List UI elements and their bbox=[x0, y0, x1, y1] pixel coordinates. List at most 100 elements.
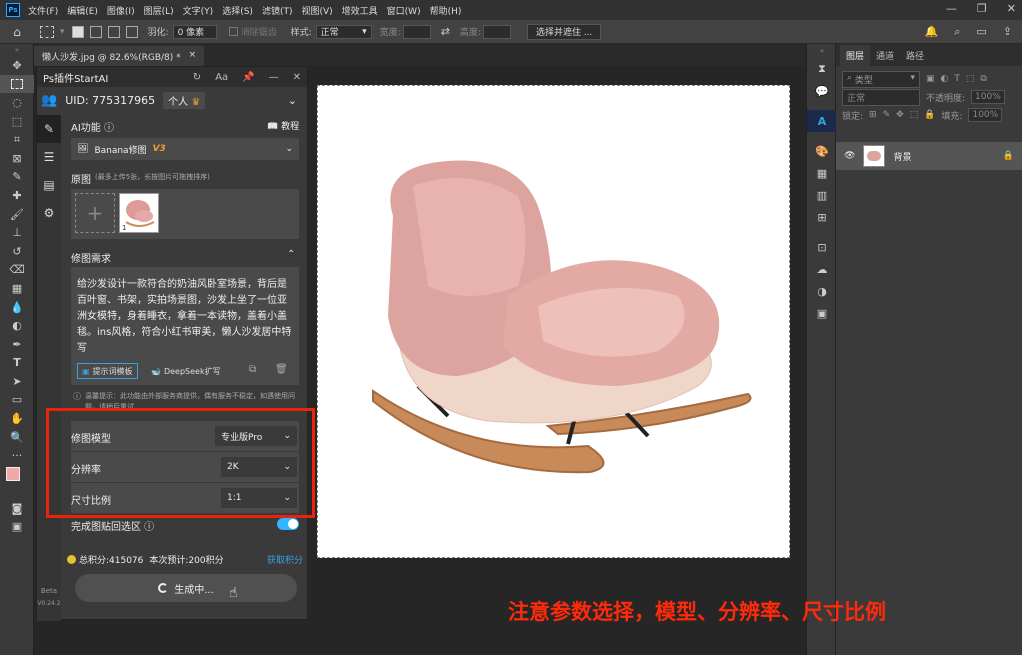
quick-mask-icon[interactable]: ◙ bbox=[0, 499, 34, 518]
foreground-color-swatch[interactable] bbox=[6, 467, 20, 482]
lock-position-icon[interactable]: ✥ bbox=[896, 110, 904, 120]
document-icon[interactable]: ▤ bbox=[37, 171, 61, 199]
font-size-icon[interactable]: Aa bbox=[215, 72, 228, 83]
rectangle-tool-icon[interactable]: ▭ bbox=[0, 391, 34, 410]
layer-filter-select[interactable]: ⌕ 类型 ▾ bbox=[842, 70, 920, 88]
menu-file[interactable]: 文件(F) bbox=[28, 4, 58, 17]
antialias-checkbox[interactable] bbox=[228, 27, 238, 36]
menu-layer[interactable]: 图层(L) bbox=[144, 4, 174, 17]
document-tab[interactable]: 懒人沙发.jpg @ 82.6%(RGB/8) * × bbox=[34, 46, 205, 66]
document-canvas[interactable] bbox=[317, 85, 790, 558]
move-tool-icon[interactable]: ✥ bbox=[0, 56, 34, 75]
menu-type[interactable]: 文字(Y) bbox=[183, 4, 214, 17]
add-image-button[interactable]: + bbox=[75, 193, 115, 233]
lock-artboard-icon[interactable]: ⬚ bbox=[910, 110, 919, 120]
search-icon[interactable]: ⌕ bbox=[954, 25, 960, 39]
filter-smart-icon[interactable]: ⧉ bbox=[980, 74, 986, 84]
screen-mode-icon[interactable]: ▣ bbox=[0, 518, 34, 537]
eyedropper-tool-icon[interactable]: ✎ bbox=[0, 168, 34, 187]
lock-transparent-icon[interactable]: ⊞ bbox=[869, 110, 877, 120]
style-select[interactable]: 正常 ▾ bbox=[315, 24, 372, 39]
more-tools-icon[interactable]: ··· bbox=[0, 446, 34, 465]
collapse-chevron-up-icon[interactable]: ⌃ bbox=[287, 249, 295, 260]
height-input[interactable] bbox=[482, 24, 511, 39]
close-window-icon[interactable]: ✕ bbox=[1007, 2, 1016, 15]
gradients-panel-icon[interactable]: ▥ bbox=[807, 184, 837, 206]
prompt-template-button[interactable]: ▣ 提示词模板 bbox=[77, 363, 138, 379]
ai-function-select[interactable]: 🖼 Banana修图 V3 ⌄ bbox=[71, 138, 299, 160]
generate-button[interactable]: 生成中... bbox=[75, 574, 297, 602]
color-panel-icon[interactable]: 🎨 bbox=[807, 140, 837, 162]
gradient-tool-icon[interactable]: ▦ bbox=[0, 279, 34, 298]
minimize-icon[interactable]: — bbox=[946, 2, 957, 15]
properties-panel-icon[interactable]: ⊡ bbox=[807, 236, 837, 258]
adjustments-panel-icon[interactable]: ◑ bbox=[807, 280, 837, 302]
lock-pixels-icon[interactable]: ✎ bbox=[883, 110, 891, 120]
layer-row-background[interactable]: 👁 背景 🔒 bbox=[836, 142, 1022, 170]
workspace-icon[interactable]: ▭ bbox=[976, 25, 986, 38]
brush-tool-icon[interactable]: 🖌 bbox=[0, 205, 34, 224]
menu-view[interactable]: 视图(V) bbox=[301, 4, 332, 17]
close-panel-icon[interactable]: ✕ bbox=[293, 72, 301, 83]
settings-gear-icon[interactable]: ⚙ bbox=[37, 199, 61, 227]
menu-select[interactable]: 选择(S) bbox=[222, 4, 253, 17]
pin-icon[interactable]: 📌 bbox=[242, 72, 254, 83]
menu-filter[interactable]: 滤镜(T) bbox=[262, 4, 293, 17]
object-select-tool-icon[interactable]: ⬚ bbox=[0, 112, 34, 131]
document-tab-close-icon[interactable]: × bbox=[189, 50, 197, 62]
photoshop-logo-icon[interactable]: Ps bbox=[6, 3, 20, 17]
blend-mode-select[interactable]: 正常 bbox=[842, 88, 920, 106]
pen-tool-icon[interactable]: ✒ bbox=[0, 335, 34, 354]
layers-stack-icon[interactable]: ☰ bbox=[37, 143, 61, 171]
tutorial-link[interactable]: 📖 教程 bbox=[267, 119, 299, 132]
startai-panel-icon[interactable]: A bbox=[807, 110, 837, 132]
hand-tool-icon[interactable]: ✋ bbox=[0, 409, 34, 428]
menu-image[interactable]: 图像(I) bbox=[107, 4, 135, 17]
rectangular-marquee-tool-icon[interactable] bbox=[0, 74, 34, 94]
type-tool-icon[interactable]: T bbox=[0, 354, 34, 373]
styles-panel-icon[interactable]: ▣ bbox=[807, 302, 837, 324]
menu-plugins[interactable]: 增效工具 bbox=[342, 4, 378, 17]
feather-input[interactable]: 0 像素 bbox=[172, 24, 217, 39]
deepseek-button[interactable]: 🐋 DeepSeek扩写 bbox=[151, 363, 221, 379]
color-swatches[interactable] bbox=[0, 465, 34, 491]
blur-tool-icon[interactable]: 💧 bbox=[0, 298, 34, 317]
edit-icon[interactable]: ✎ bbox=[37, 115, 61, 143]
filter-shape-icon[interactable]: ⬚ bbox=[966, 74, 975, 84]
width-input[interactable] bbox=[402, 24, 431, 39]
tab-paths[interactable]: 路径 bbox=[900, 45, 930, 66]
refresh-icon[interactable]: ↻ bbox=[193, 72, 201, 83]
marquee-tool-icon[interactable] bbox=[40, 25, 54, 38]
dodge-tool-icon[interactable]: ◐ bbox=[0, 316, 34, 335]
fill-input[interactable]: 100% bbox=[968, 108, 1003, 122]
restore-icon[interactable]: ❐ bbox=[977, 2, 987, 15]
uid-chevron-down-icon[interactable]: ⌄ bbox=[288, 94, 297, 107]
clone-stamp-tool-icon[interactable]: ⊥ bbox=[0, 223, 34, 242]
zoom-tool-icon[interactable]: 🔍 bbox=[0, 428, 34, 447]
lasso-tool-icon[interactable]: ◌ bbox=[0, 93, 34, 112]
trash-icon[interactable]: 🗑 bbox=[275, 364, 288, 375]
visibility-eye-icon[interactable]: 👁 bbox=[844, 151, 855, 161]
select-and-mask-button[interactable]: 选择并遮住 ... bbox=[526, 23, 602, 40]
filter-adjust-icon[interactable]: ◐ bbox=[941, 74, 949, 84]
patterns-panel-icon[interactable]: ⊞ bbox=[807, 206, 837, 228]
filter-pixel-icon[interactable]: ▣ bbox=[926, 74, 935, 84]
eraser-tool-icon[interactable]: ⌫ bbox=[0, 261, 34, 280]
libraries-panel-icon[interactable]: ☁ bbox=[807, 258, 837, 280]
crop-tool-icon[interactable]: ⌗ bbox=[0, 130, 34, 149]
get-points-link[interactable]: 获取积分 bbox=[267, 553, 303, 566]
menu-window[interactable]: 窗口(W) bbox=[387, 4, 421, 17]
source-thumbnail[interactable]: 1 bbox=[119, 193, 159, 233]
share-icon[interactable]: ⇪ bbox=[1003, 25, 1012, 38]
intersect-selection-icon[interactable] bbox=[125, 25, 138, 38]
add-selection-icon[interactable] bbox=[89, 25, 102, 38]
tab-layers[interactable]: 图层 bbox=[840, 45, 871, 66]
lock-all-icon[interactable]: 🔒 bbox=[924, 110, 935, 120]
history-brush-tool-icon[interactable]: ↺ bbox=[0, 242, 34, 261]
path-selection-tool-icon[interactable]: ➤ bbox=[0, 372, 34, 391]
history-icon[interactable]: ⧉ bbox=[249, 364, 256, 375]
minimize-panel-icon[interactable]: — bbox=[269, 72, 279, 83]
menu-edit[interactable]: 编辑(E) bbox=[67, 4, 98, 17]
history-panel-icon[interactable]: ⧗ bbox=[807, 58, 837, 80]
swap-icon[interactable]: ⇄ bbox=[441, 25, 450, 38]
